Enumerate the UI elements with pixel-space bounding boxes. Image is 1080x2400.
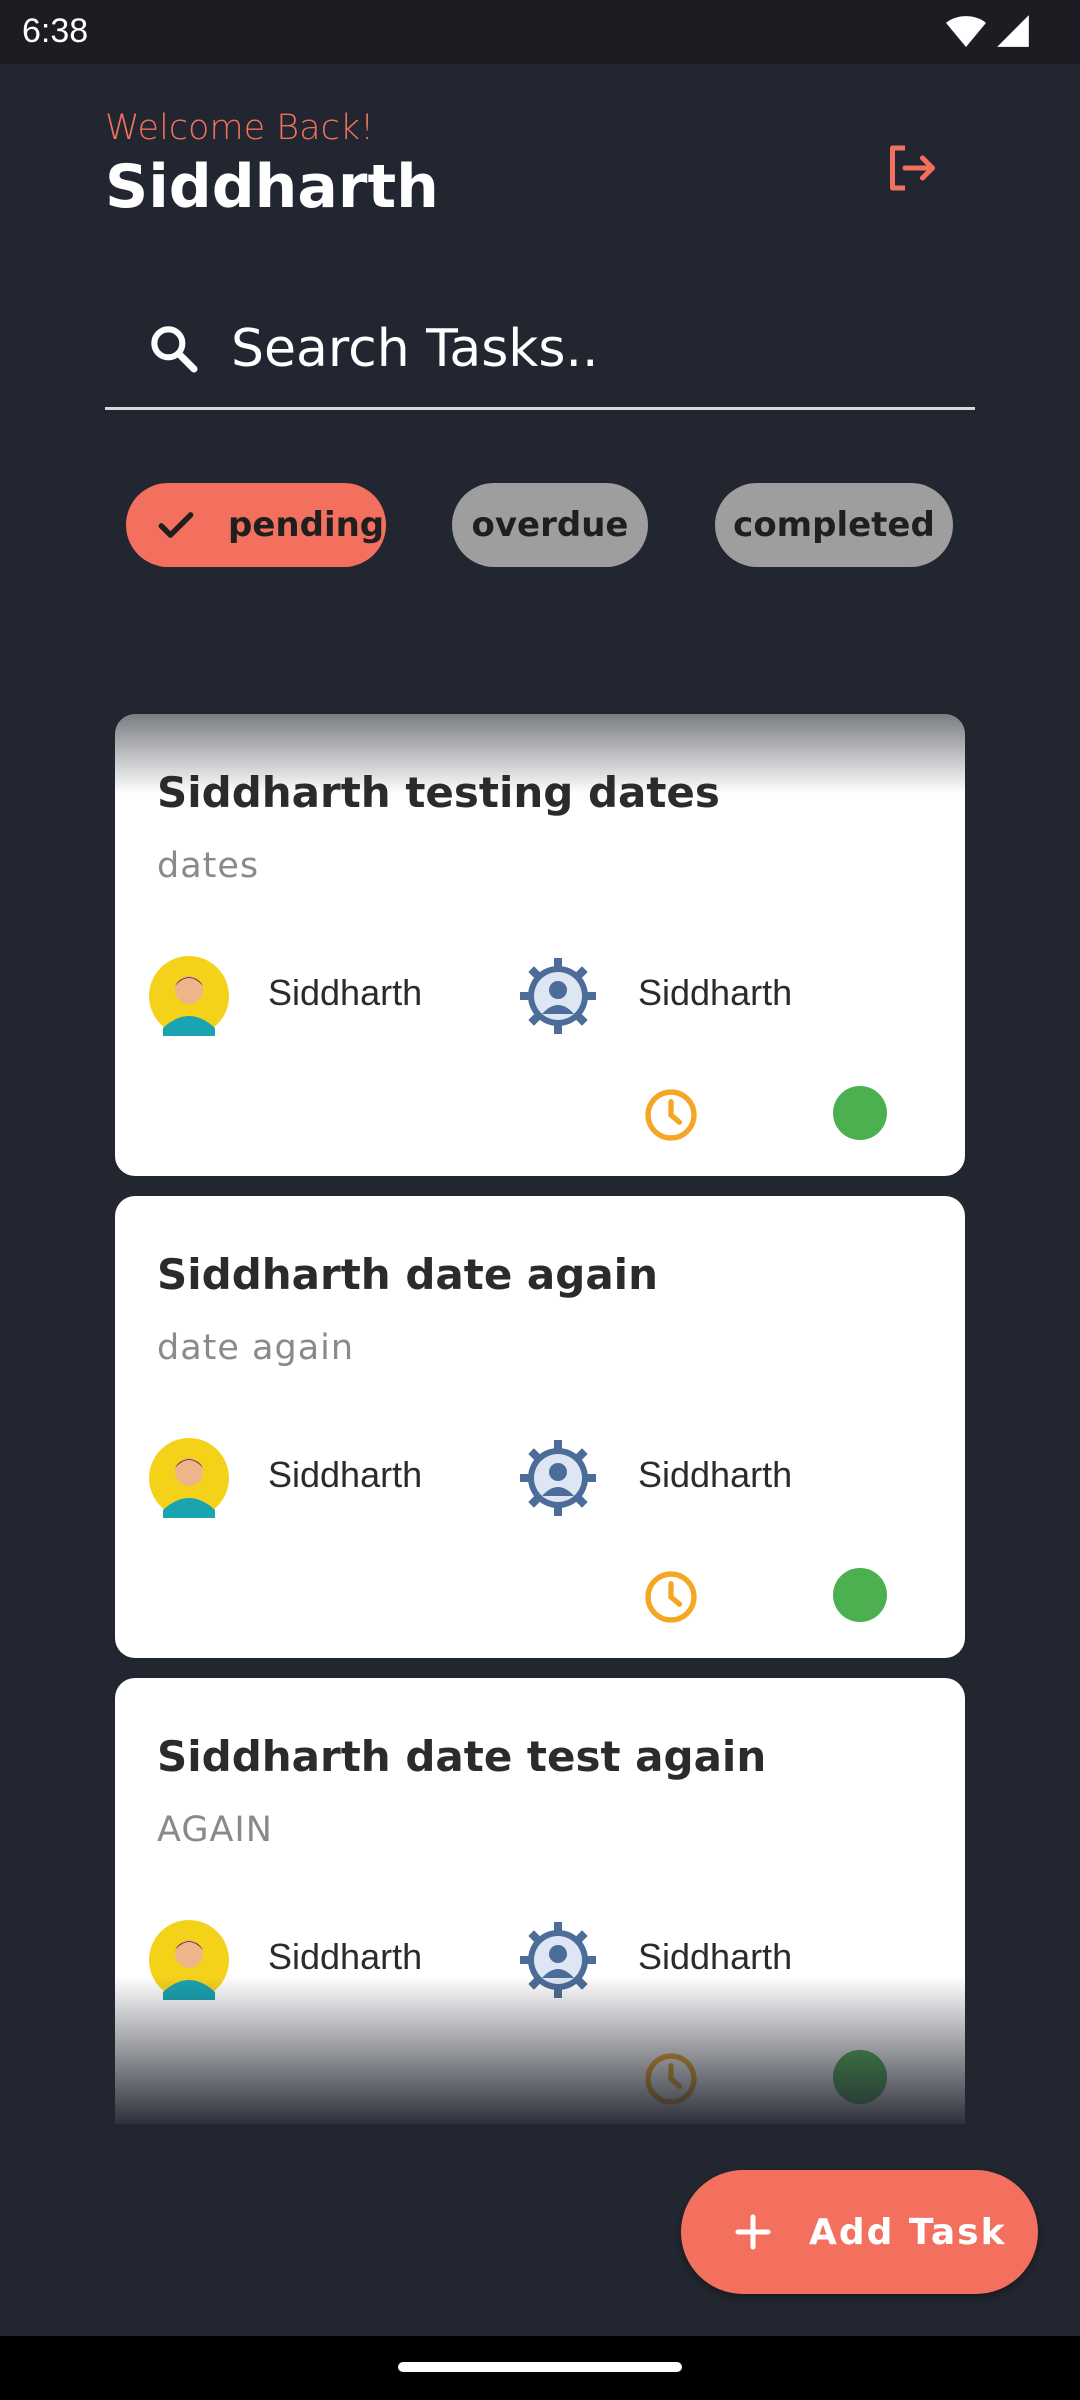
list-fade-top — [115, 714, 965, 794]
filter-chip-pending[interactable]: pending — [126, 483, 386, 567]
filter-chip-label: overdue — [471, 505, 629, 545]
clock-icon[interactable] — [642, 1568, 700, 1626]
status-indicator — [833, 1086, 887, 1140]
filter-chip-label: completed — [733, 505, 935, 545]
status-time: 6:38 — [22, 12, 89, 50]
task-list[interactable]: Siddharth testing dates dates Siddharth … — [115, 714, 965, 2124]
search-input[interactable] — [231, 314, 931, 384]
user-avatar-icon — [149, 1438, 229, 1518]
signal-icon — [997, 15, 1029, 47]
assignee-name: Siddharth — [268, 972, 423, 1013]
user-avatar-icon — [149, 956, 229, 1036]
creator-name: Siddharth — [638, 1936, 793, 1977]
status-bar: 6:38 — [0, 0, 1080, 64]
plus-icon — [735, 2214, 771, 2250]
username-heading: Siddharth — [105, 152, 439, 222]
admin-gear-avatar-icon — [520, 1440, 596, 1516]
logout-icon[interactable] — [880, 138, 940, 198]
task-title: Siddharth date again — [157, 1250, 658, 1299]
welcome-text: Welcome Back! — [105, 108, 375, 148]
task-description: dates — [157, 846, 260, 886]
navigation-bar — [0, 2336, 1080, 2400]
task-description: date again — [157, 1328, 355, 1368]
task-description: AGAIN — [157, 1810, 273, 1850]
search-bar[interactable] — [105, 300, 975, 410]
add-task-label: Add Task — [809, 2211, 1007, 2253]
task-card[interactable]: Siddharth date again date again Siddhart… — [115, 1196, 965, 1658]
creator-name: Siddharth — [638, 972, 793, 1013]
check-icon — [158, 512, 194, 538]
assignee-name: Siddharth — [268, 1936, 423, 1977]
assignee-name: Siddharth — [268, 1454, 423, 1495]
add-task-button[interactable]: Add Task — [681, 2170, 1038, 2294]
status-indicator — [833, 1568, 887, 1622]
clock-icon[interactable] — [642, 1086, 700, 1144]
filter-chip-overdue[interactable]: overdue — [452, 483, 648, 567]
wifi-icon — [946, 16, 986, 47]
search-icon — [151, 326, 198, 373]
home-gesture-handle[interactable] — [398, 2362, 682, 2372]
creator-name: Siddharth — [638, 1454, 793, 1495]
list-fade-bottom — [115, 1976, 965, 2124]
filter-chip-completed[interactable]: completed — [715, 483, 953, 567]
task-title: Siddharth date test again — [157, 1732, 767, 1781]
filter-chip-label: pending — [228, 505, 385, 545]
status-icons — [946, 12, 1032, 52]
admin-gear-avatar-icon — [520, 958, 596, 1034]
